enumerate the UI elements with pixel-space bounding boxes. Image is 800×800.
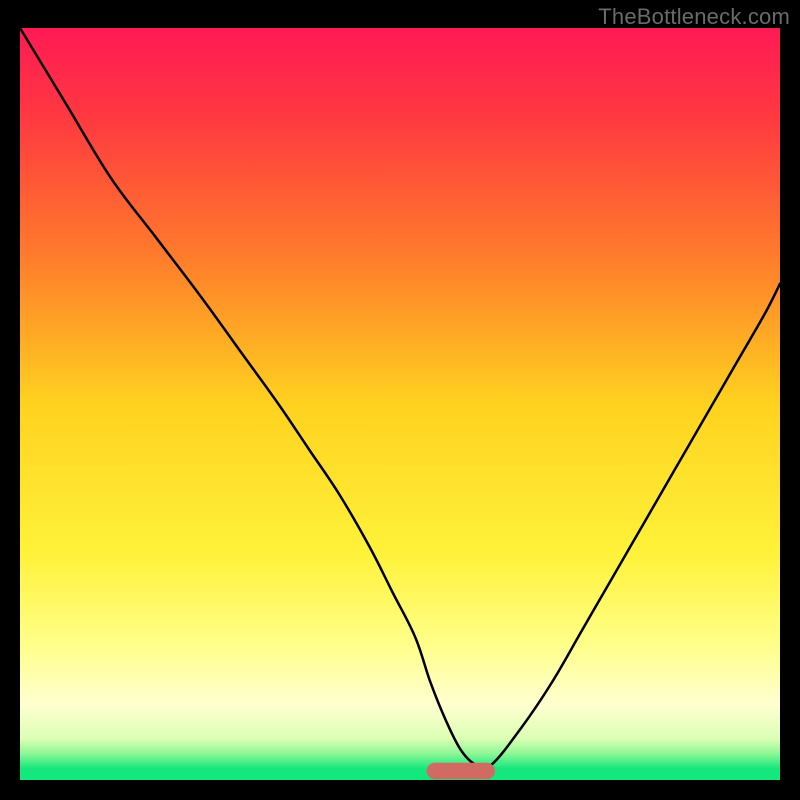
watermark-text: TheBottleneck.com [598, 4, 790, 30]
optimal-marker [427, 763, 495, 780]
chart-frame: TheBottleneck.com [0, 0, 800, 800]
plot-area [20, 28, 780, 780]
bottleneck-chart [20, 28, 780, 780]
gradient-background [20, 28, 780, 780]
